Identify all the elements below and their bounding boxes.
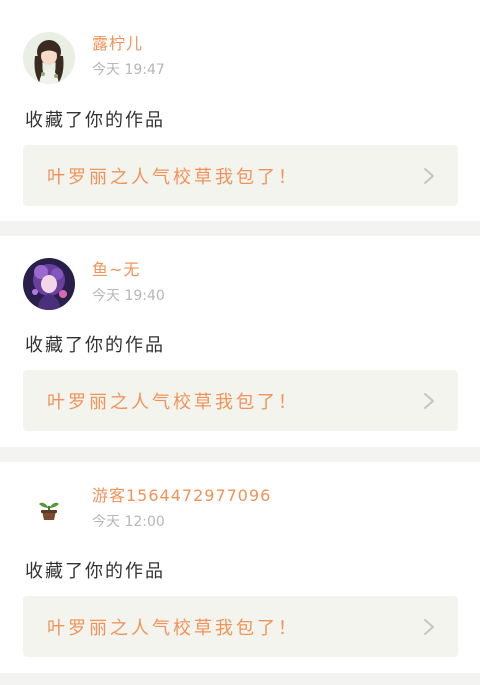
- work-link[interactable]: 叶罗丽之人气校草我包了！: [23, 596, 458, 657]
- username[interactable]: 露柠儿: [92, 32, 165, 56]
- work-link[interactable]: 叶罗丽之人气校草我包了！: [23, 145, 458, 206]
- chevron-right-icon: [424, 167, 434, 184]
- chevron-right-icon: [424, 618, 434, 635]
- chevron-right-icon: [424, 392, 434, 409]
- feed-card: 游客1564472977096 今天 12:00 收藏了你的作品 叶罗丽之人气校…: [0, 462, 480, 673]
- user-meta: 鱼~无 今天 19:40: [92, 258, 165, 306]
- feed-card: 鱼~无 今天 19:40 收藏了你的作品 叶罗丽之人气校草我包了！: [0, 236, 480, 447]
- avatar[interactable]: [23, 484, 75, 536]
- work-title: 叶罗丽之人气校草我包了！: [47, 166, 299, 188]
- feed-card: 露柠儿 今天 19:47 收藏了你的作品 叶罗丽之人气校草我包了！: [0, 0, 480, 221]
- activity-text: 收藏了你的作品: [25, 335, 165, 356]
- timestamp: 今天 19:47: [92, 62, 165, 78]
- timestamp: 今天 19:40: [92, 288, 165, 304]
- girl-avatar-icon: [23, 32, 75, 84]
- purple-avatar-icon: [23, 258, 75, 310]
- user-meta: 露柠儿 今天 19:47: [92, 32, 165, 80]
- activity-text: 收藏了你的作品: [25, 110, 165, 131]
- sprout-pot-icon: [23, 484, 75, 536]
- avatar[interactable]: [23, 258, 75, 310]
- activity-feed: 露柠儿 今天 19:47 收藏了你的作品 叶罗丽之人气校草我包了！ 鱼~无 今天…: [0, 0, 480, 673]
- work-link[interactable]: 叶罗丽之人气校草我包了！: [23, 370, 458, 431]
- user-meta: 游客1564472977096 今天 12:00: [92, 484, 271, 532]
- activity-text: 收藏了你的作品: [25, 561, 165, 582]
- work-title: 叶罗丽之人气校草我包了！: [47, 391, 299, 413]
- username[interactable]: 游客1564472977096: [92, 484, 271, 508]
- avatar[interactable]: [23, 32, 75, 84]
- username[interactable]: 鱼~无: [92, 258, 165, 282]
- timestamp: 今天 12:00: [92, 514, 165, 530]
- work-title: 叶罗丽之人气校草我包了！: [47, 617, 299, 639]
